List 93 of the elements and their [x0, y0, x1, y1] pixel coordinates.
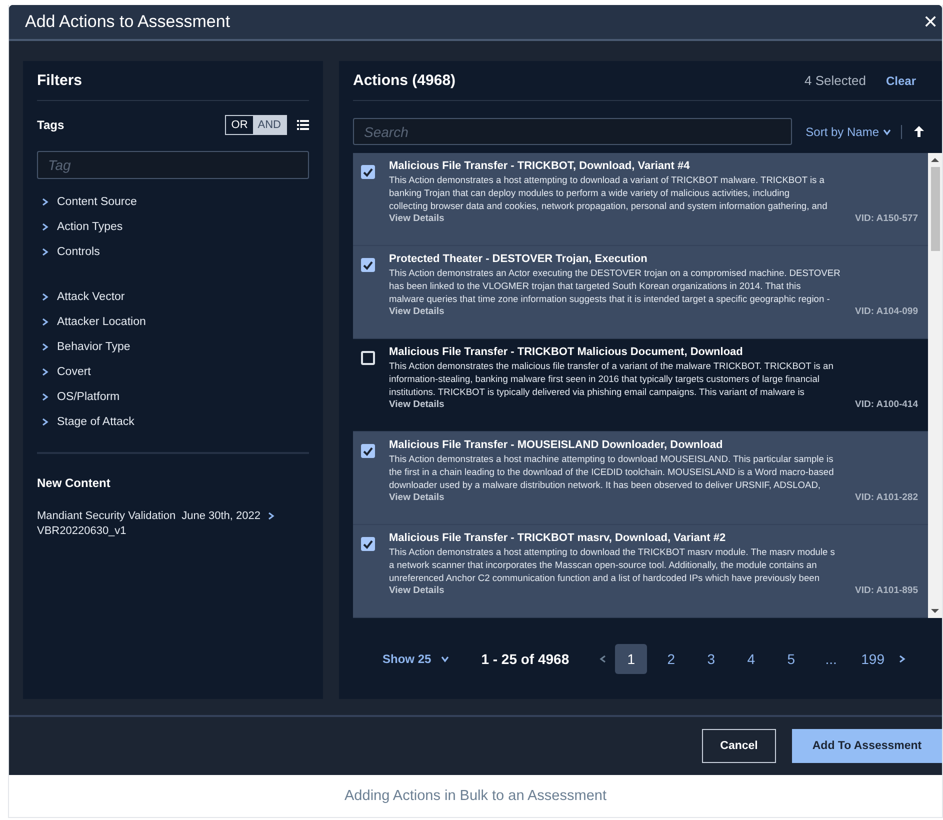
chevron-icon [41, 292, 49, 300]
action-description: This Action demonstrates an Actor executing the DESTOVER trojan on a compromised machine. DESTOVER [389, 267, 842, 280]
view-details-link[interactable]: View Details [389, 399, 444, 410]
filter-item[interactable]: Covert [37, 359, 309, 384]
filter-item[interactable]: Content Source [37, 189, 309, 214]
filter-item[interactable]: Attack Vector [37, 284, 309, 309]
cancel-button[interactable]: Cancel [702, 729, 776, 763]
action-title: Malicious File Transfer - TRICKBOT, Download, Variant #4 [389, 159, 691, 174]
arrow-up-icon[interactable] [914, 126, 924, 137]
chevron-icon [41, 248, 49, 256]
chevron-icon [266, 512, 275, 520]
add-button[interactable]: Add To Assessment [792, 729, 942, 763]
scrollbar[interactable] [928, 153, 942, 618]
page-button[interactable]: 3 [695, 644, 728, 674]
action-item[interactable] [353, 246, 928, 339]
content-source: Mandiant Security Validation [37, 510, 176, 522]
checkbox[interactable] [361, 165, 375, 179]
checkbox[interactable] [361, 537, 375, 551]
panel-title: Actions (4968) [353, 71, 456, 91]
action-description: This Action demonstrates a host machine attempting to download MOUSEISLAND. This particular sample is [389, 453, 834, 466]
page-button[interactable]: 5 [775, 644, 808, 674]
action-vid: VID: A100-414 [854, 399, 918, 410]
action-title: Protected Theater - DESTOVER Trojan, Execution [389, 252, 648, 267]
page-size-button[interactable]: Show 25 [368, 652, 460, 666]
view-details-link[interactable]: View Details [389, 213, 444, 224]
content-date: June 30th, 2022 [182, 510, 261, 522]
action-description: collecting browser data and cookies, network propagation, personal and system information gathering, and [389, 200, 828, 213]
close-button[interactable]: ✕ [919, 11, 942, 33]
dialog-title: Add Actions to Assessment [25, 12, 230, 32]
tags-label: Tags [37, 118, 64, 132]
chevron-icon [898, 654, 906, 662]
action-description: a network scanner that incorporates the Masscan open-source tool. Additionally, the module contains an [389, 559, 818, 572]
view-details-link[interactable]: View Details [389, 492, 444, 503]
checkbox[interactable] [361, 444, 375, 458]
scroll-thumb[interactable] [930, 167, 940, 251]
caption: Adding Actions in Bulk to an Assessment [344, 787, 608, 806]
chevron-icon [41, 368, 49, 376]
search-field[interactable]: Search [353, 118, 792, 145]
action-description: the first in a chain leading to the download of the ICEDID toolchain. MOUSEISLAND is a Word macro-based [389, 466, 835, 479]
action-vid: VID: A101-895 [854, 585, 918, 596]
page-button[interactable]: ... [815, 644, 848, 674]
action-description: downloader used by a malware distribution network. It has been observed to deliver URSNIF, ADSLOAD, [389, 479, 822, 492]
chevron-icon [441, 654, 450, 662]
action-title: Malicious File Transfer - TRICKBOT masrv, Download, Variant #2 [389, 531, 727, 546]
chevron-icon [883, 128, 891, 136]
action-description: has been linked to the VLOGMER trojan that targeted South Korean organizations in 2014. That this [389, 280, 802, 293]
checkbox[interactable] [361, 351, 375, 365]
chevron-icon [41, 222, 49, 230]
selected-count: 4 Selected [804, 73, 866, 88]
view-details-link[interactable]: View Details [389, 306, 444, 317]
action-description: This Action demonstrates the malicious file transfer of a variant of the malware TRICKBOT. TRICKBOT is an [389, 360, 834, 373]
action-description: unreferenced Anchor C2 communication function and a list of hardcoded IPs which have previously been [389, 572, 820, 585]
tag-field[interactable]: Tag [37, 151, 309, 179]
chevron-icon [41, 342, 49, 350]
panel-title: Filters [37, 61, 309, 101]
logic-toggle[interactable]: AND [252, 116, 286, 134]
action-description: information-stealing, banking malware first seen in 2016 that typically targets customers of large financial [389, 373, 820, 386]
chevron-icon [41, 198, 49, 206]
action-description: institutions. TRICKBOT is typically delivered via phishing email campaigns. This variant of malware is [389, 386, 806, 399]
chevron-icon [41, 392, 49, 400]
sort-button[interactable]: Sort by Name [792, 124, 902, 138]
action-description: This Action demonstrates a host attempting to download the TRICKBOT masrv module. The masrv module s [389, 546, 836, 559]
action-vid: VID: A104-099 [854, 306, 918, 317]
filter-item[interactable]: OS/Platform [37, 384, 309, 409]
chevron-icon [41, 418, 49, 426]
action-item[interactable] [353, 525, 928, 618]
page-button[interactable]: 2 [655, 644, 688, 674]
action-description: banking Trojan that can deploy modules to perform a wide variety of malicious activities, including [389, 187, 790, 200]
view-details-link[interactable]: View Details [389, 585, 444, 596]
action-vid: VID: A101-282 [854, 492, 918, 503]
filter-item[interactable]: Stage of Attack [37, 409, 309, 434]
filter-item[interactable]: Attacker Location [37, 309, 309, 334]
action-title: Malicious File Transfer - TRICKBOT Malicious Document, Download [389, 345, 744, 360]
content-version: VBR20220630_v1 [37, 525, 128, 537]
action-description: This Action demonstrates a host attempting to download a variant of TRICKBOT malware. TRICKBOT is a [389, 174, 826, 187]
new-content-title: New Content [37, 476, 112, 490]
page-button[interactable]: 1 [615, 644, 648, 674]
action-vid: VID: A150-577 [854, 213, 918, 224]
filter-item[interactable]: Behavior Type [37, 334, 309, 359]
filter-item[interactable]: Action Types [37, 214, 309, 239]
page-range: 1 - 25 of 4968 [481, 650, 570, 666]
checkbox[interactable] [361, 258, 375, 272]
action-item[interactable] [353, 432, 928, 525]
page-button[interactable]: 4 [735, 644, 768, 674]
chevron-icon [599, 654, 608, 662]
chevron-icon [41, 318, 49, 326]
page-button[interactable]: 199 [855, 644, 890, 674]
filter-item[interactable]: Controls [37, 239, 309, 264]
action-description: malware queries that time zone information suggests that it is intended target a specific geographic region - [389, 293, 831, 306]
action-item[interactable] [353, 153, 928, 246]
action-title: Malicious File Transfer - MOUSEISLAND Downloader, Download [389, 438, 724, 453]
clear-link[interactable]: Clear [880, 72, 922, 88]
list-icon[interactable] [297, 120, 309, 130]
